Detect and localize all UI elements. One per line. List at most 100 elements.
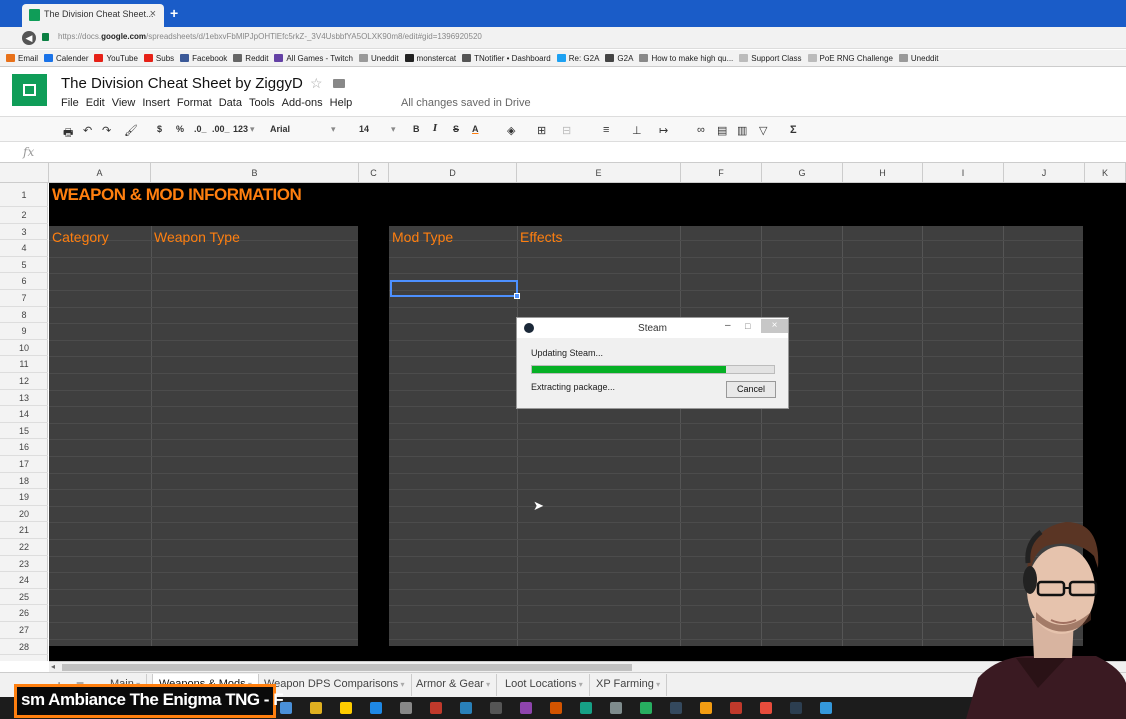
decrease-decimal-button[interactable]: .0_: [194, 124, 207, 134]
sheet-tab-chevron-icon[interactable]: ▾: [654, 680, 660, 689]
strikethrough-button[interactable]: S: [453, 124, 459, 134]
sheet-tab-chevron-icon[interactable]: ▾: [484, 680, 490, 689]
bookmark-6[interactable]: All Games - Twitch: [274, 54, 353, 63]
row-header-27[interactable]: 27: [0, 622, 48, 639]
row-header-3[interactable]: 3: [0, 224, 48, 241]
fill-handle[interactable]: [514, 293, 520, 299]
taskbar-app-icon[interactable]: [400, 702, 412, 714]
column-header-j[interactable]: J: [1004, 163, 1085, 183]
folder-icon[interactable]: [333, 79, 345, 88]
taskbar-app-icon[interactable]: [370, 702, 382, 714]
bookmark-4[interactable]: Facebook: [180, 54, 227, 63]
bookmark-2[interactable]: YouTube: [94, 54, 138, 63]
row-header-2[interactable]: 2: [0, 207, 48, 224]
row-header-13[interactable]: 13: [0, 390, 48, 407]
category-header-cell[interactable]: Category: [52, 229, 109, 245]
taskbar-app-icon[interactable]: [310, 702, 322, 714]
taskbar-app-icon[interactable]: [820, 702, 832, 714]
sheet-tab-5[interactable]: XP Farming ▾: [590, 674, 668, 696]
column-header-e[interactable]: E: [517, 163, 681, 183]
column-header-f[interactable]: F: [681, 163, 762, 183]
bookmark-15[interactable]: Uneddit: [898, 54, 938, 63]
row-header-14[interactable]: 14: [0, 406, 48, 423]
filter-icon[interactable]: ▽: [759, 124, 767, 137]
bookmark-10[interactable]: Re: G2A: [556, 54, 599, 63]
increase-decimal-button[interactable]: .00_: [212, 124, 230, 134]
taskbar-app-icon[interactable]: [460, 702, 472, 714]
row-header-7[interactable]: 7: [0, 290, 48, 307]
taskbar-app-icon[interactable]: [730, 702, 742, 714]
bookmark-1[interactable]: Calender: [44, 54, 88, 63]
menu-view[interactable]: View: [112, 97, 136, 109]
insert-chart-icon[interactable]: ▥: [737, 124, 747, 137]
fill-color-icon[interactable]: ◈: [507, 124, 515, 137]
new-tab-button[interactable]: +: [170, 5, 178, 21]
taskbar-app-icon[interactable]: [430, 702, 442, 714]
taskbar-app-icon[interactable]: [640, 702, 652, 714]
menu-addons[interactable]: Add-ons: [282, 97, 323, 109]
menu-tools[interactable]: Tools: [249, 97, 275, 109]
select-all-corner[interactable]: [0, 163, 49, 183]
sheet-tab-chevron-icon[interactable]: ▾: [398, 680, 405, 689]
column-header-d[interactable]: D: [389, 163, 517, 183]
taskbar-app-icon[interactable]: [760, 702, 772, 714]
row-header-20[interactable]: 20: [0, 506, 48, 523]
insert-link-icon[interactable]: ∞: [697, 124, 705, 136]
paint-format-icon[interactable]: 🖌: [124, 124, 138, 137]
mod-type-header-cell[interactable]: Mod Type: [392, 229, 453, 245]
row-header-23[interactable]: 23: [0, 556, 48, 573]
more-formats-button[interactable]: 123: [233, 124, 248, 134]
selected-cell-d6[interactable]: [390, 280, 518, 297]
taskbar-app-icon[interactable]: [790, 702, 802, 714]
taskbar-app-icon[interactable]: [550, 702, 562, 714]
taskbar-app-icon[interactable]: [520, 702, 532, 714]
insert-comment-icon[interactable]: ▤: [717, 124, 727, 137]
menu-format[interactable]: Format: [177, 97, 212, 109]
bookmark-12[interactable]: How to make high qu...: [639, 54, 733, 63]
column-header-h[interactable]: H: [843, 163, 923, 183]
effects-header-cell[interactable]: Effects: [520, 229, 563, 245]
weapon-type-header-cell[interactable]: Weapon Type: [154, 229, 240, 245]
row-header-28[interactable]: 28: [0, 639, 48, 656]
functions-button[interactable]: Σ: [790, 124, 797, 136]
scroll-thumb[interactable]: [62, 664, 632, 671]
taskbar-app-icon[interactable]: [580, 702, 592, 714]
sheet-tab-3[interactable]: Armor & Gear ▾: [410, 674, 498, 696]
minimize-button[interactable]: –: [725, 320, 731, 331]
vertical-align-icon[interactable]: ⊥: [632, 124, 642, 137]
menu-help[interactable]: Help: [330, 97, 353, 109]
sheet-tab-4[interactable]: Loot Locations ▾: [499, 674, 590, 696]
taskbar-app-icon[interactable]: [670, 702, 682, 714]
bookmark-5[interactable]: Reddit: [233, 54, 268, 63]
row-header-25[interactable]: 25: [0, 589, 48, 606]
bookmark-9[interactable]: TNotifier • Dashboard: [462, 54, 551, 63]
row-header-24[interactable]: 24: [0, 572, 48, 589]
taskbar-app-icon[interactable]: [700, 702, 712, 714]
redo-icon[interactable]: ↷: [102, 124, 111, 137]
document-title[interactable]: The Division Cheat Sheet by ZiggyD: [61, 75, 303, 92]
row-header-16[interactable]: 16: [0, 439, 48, 456]
row-header-1[interactable]: 1: [0, 183, 48, 207]
font-select[interactable]: Arial: [270, 124, 290, 134]
bookmark-3[interactable]: Subs: [143, 54, 174, 63]
tab-close-icon[interactable]: ×: [150, 8, 156, 20]
taskbar-app-icon[interactable]: [490, 702, 502, 714]
undo-icon[interactable]: ↶: [83, 124, 92, 137]
formula-bar[interactable]: fx: [0, 142, 1126, 163]
column-header-c[interactable]: C: [359, 163, 389, 183]
align-icon[interactable]: ≡: [603, 124, 609, 136]
font-chevron-icon[interactable]: ▾: [331, 124, 336, 135]
row-header-19[interactable]: 19: [0, 489, 48, 506]
menu-file[interactable]: File: [61, 97, 79, 109]
column-header-a[interactable]: A: [49, 163, 151, 183]
sheets-home-icon[interactable]: [12, 74, 47, 106]
maximize-button[interactable]: □: [745, 321, 750, 331]
row-header-21[interactable]: 21: [0, 522, 48, 539]
menu-insert[interactable]: Insert: [142, 97, 170, 109]
row-header-15[interactable]: 15: [0, 423, 48, 440]
row-header-18[interactable]: 18: [0, 473, 48, 490]
percent-button[interactable]: %: [176, 124, 184, 134]
row-header-6[interactable]: 6: [0, 273, 48, 290]
font-size-select[interactable]: 14: [359, 124, 369, 134]
back-arrow-icon[interactable]: ◀: [22, 31, 36, 45]
